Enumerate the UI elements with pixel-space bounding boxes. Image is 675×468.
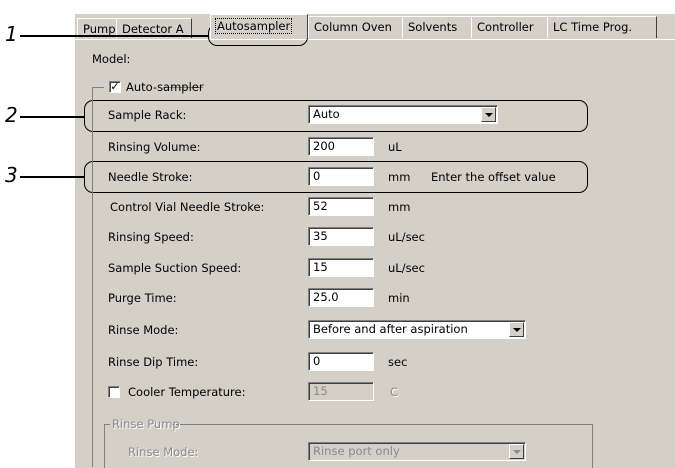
- rinse-pump-frame-top: [172, 424, 592, 425]
- rinsing-speed-unit: uL/sec: [388, 230, 425, 244]
- sample-rack-value: Auto: [313, 107, 340, 121]
- tab-autosampler[interactable]: Autosampler: [210, 14, 308, 39]
- chevron-down-icon[interactable]: [509, 444, 524, 459]
- tab-column-oven[interactable]: Column Oven: [308, 16, 404, 38]
- tab-controller[interactable]: Controller: [471, 16, 549, 38]
- autosampler-checkbox-label: Auto-sampler: [126, 80, 204, 94]
- callout-2-line: [20, 116, 84, 118]
- needle-stroke-input[interactable]: 0: [308, 167, 374, 186]
- cooler-unit: C: [390, 385, 399, 399]
- needle-stroke-unit: mm: [388, 170, 411, 184]
- tab-divider: [75, 39, 675, 40]
- group-frame-left: [92, 87, 93, 467]
- tab-solvents[interactable]: Solvents: [402, 16, 473, 38]
- rinse-dip-time-label: Rinse Dip Time:: [108, 355, 199, 369]
- rinse-mode-label: Rinse Mode:: [108, 323, 179, 337]
- rinse-mode-value: Before and after aspiration: [313, 322, 468, 336]
- rinse-pump-frame-left: [104, 424, 105, 468]
- purge-time-input[interactable]: 25.0: [308, 288, 374, 307]
- cooler-label: Cooler Temperature:: [128, 385, 246, 399]
- callout-1-line: [20, 35, 208, 37]
- cooler-checkbox[interactable]: [108, 386, 120, 398]
- control-vial-unit: mm: [388, 200, 411, 214]
- rinse-pump-mode-value: Rinse port only: [313, 444, 400, 458]
- rinse-dip-time-unit: sec: [388, 355, 408, 369]
- model-label: Model:: [92, 52, 131, 66]
- chevron-down-icon[interactable]: [509, 322, 524, 337]
- rinse-pump-title: Rinse Pump: [112, 417, 180, 431]
- purge-time-unit: min: [388, 291, 410, 305]
- rinsing-volume-unit: uL: [388, 140, 402, 154]
- callout-3-line: [20, 176, 84, 178]
- chevron-down-icon[interactable]: [481, 107, 496, 122]
- sample-rack-label: Sample Rack:: [108, 108, 187, 122]
- group-frame-top: [92, 87, 104, 88]
- rinsing-volume-label: Rinsing Volume:: [108, 140, 201, 154]
- rinsing-speed-label: Rinsing Speed:: [108, 230, 194, 244]
- rinse-dip-time-input[interactable]: 0: [308, 352, 374, 371]
- rinse-pump-mode-select[interactable]: Rinse port only: [308, 442, 526, 461]
- callout-1: 1: [5, 22, 18, 46]
- needle-stroke-label: Needle Stroke:: [108, 170, 193, 184]
- tab-lc-time-prog[interactable]: LC Time Prog.: [547, 16, 657, 38]
- suction-speed-label: Sample Suction Speed:: [108, 261, 242, 275]
- purge-time-label: Purge Time:: [108, 291, 177, 305]
- rinse-pump-frame-top-left: [104, 424, 110, 425]
- callout-2: 2: [5, 103, 18, 127]
- callout-3: 3: [5, 163, 18, 187]
- autosampler-checkbox[interactable]: ✓: [109, 81, 121, 93]
- control-vial-label: Control Vial Needle Stroke:: [110, 200, 265, 214]
- rinsing-speed-input[interactable]: 35: [308, 227, 374, 246]
- sample-rack-select[interactable]: Auto: [308, 105, 498, 124]
- needle-stroke-hint: Enter the offset value: [431, 170, 556, 184]
- suction-speed-unit: uL/sec: [388, 261, 425, 275]
- rinse-pump-mode-label: Rinse Mode:: [128, 445, 199, 459]
- rinse-pump-frame-right: [592, 424, 593, 468]
- cooler-input[interactable]: 15: [308, 382, 374, 401]
- rinse-mode-select[interactable]: Before and after aspiration: [308, 320, 526, 339]
- control-vial-input[interactable]: 52: [308, 197, 374, 216]
- rinsing-volume-input[interactable]: 200: [308, 137, 374, 156]
- suction-speed-input[interactable]: 15: [308, 258, 374, 277]
